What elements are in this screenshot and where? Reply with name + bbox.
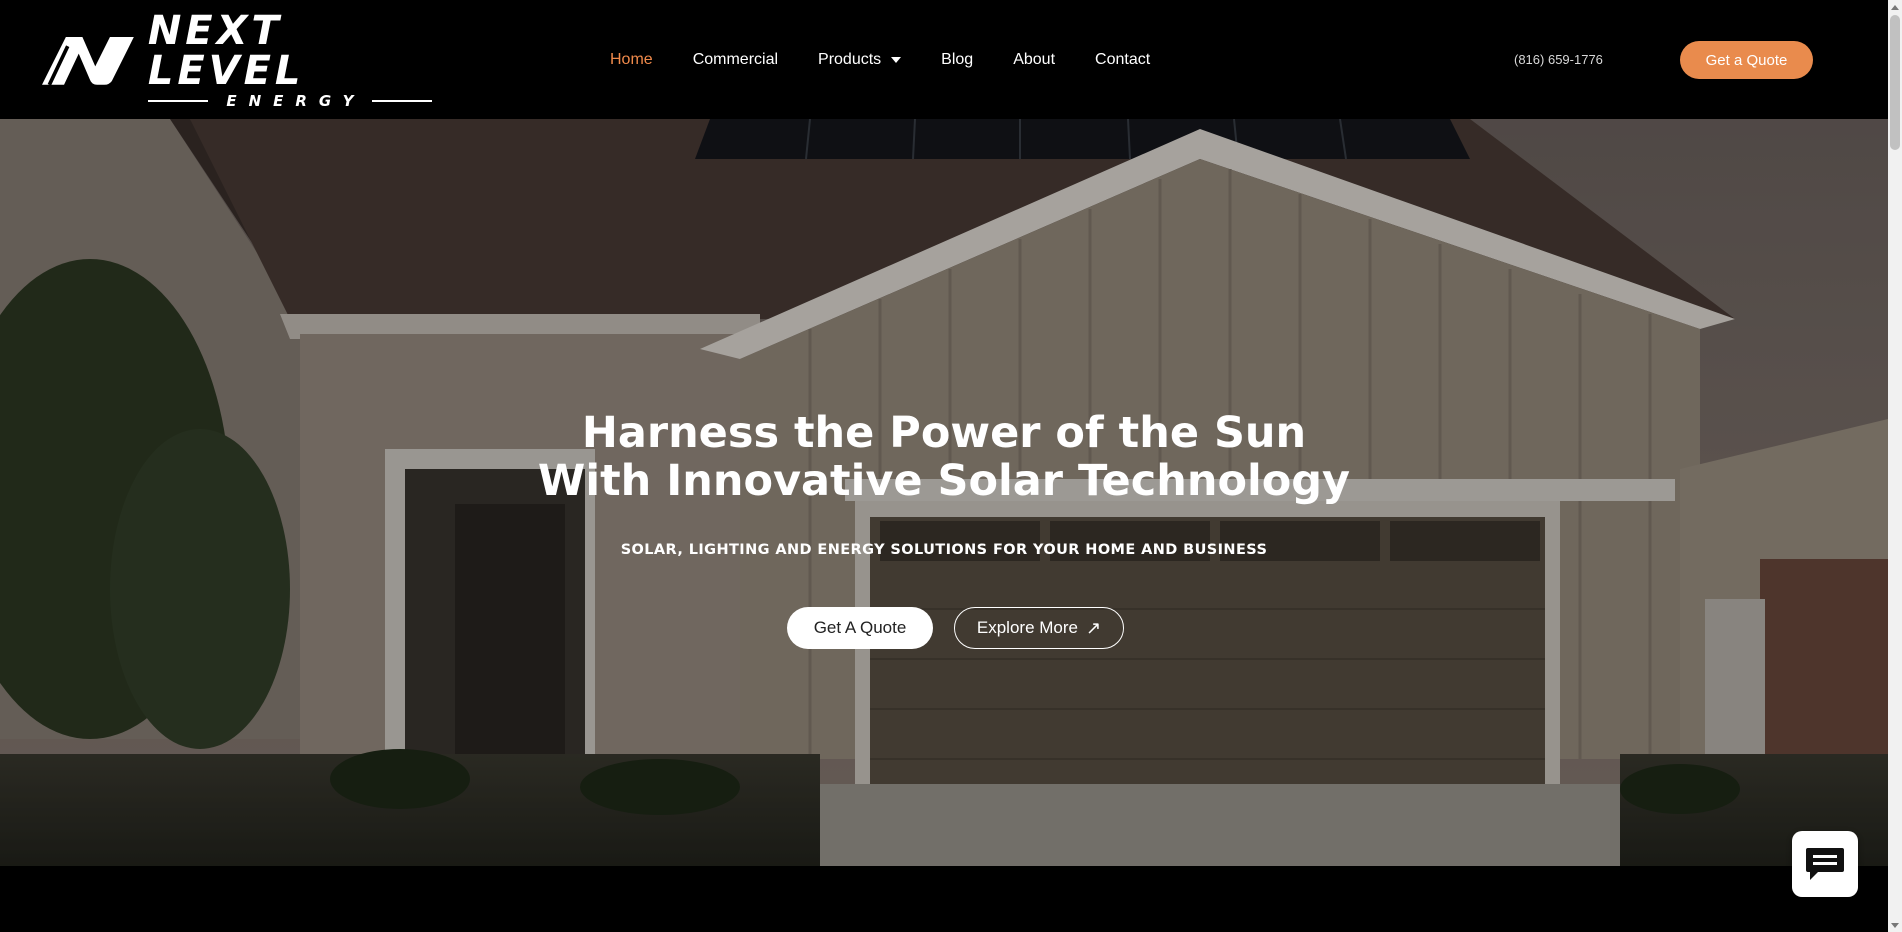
get-a-quote-button[interactable]: Get A Quote bbox=[787, 607, 933, 649]
logo-main-text: NEXT LEVEL bbox=[147, 8, 305, 94]
nav-item-label: Commercial bbox=[692, 51, 779, 68]
scroll-up-arrow-icon[interactable] bbox=[1888, 0, 1902, 14]
scroll-down-arrow-icon[interactable] bbox=[1888, 918, 1902, 932]
logo-sub-text: ENERGY bbox=[226, 92, 366, 110]
nav-item-products[interactable]: Products bbox=[818, 51, 902, 69]
logo-sub-row: ENERGY bbox=[147, 92, 432, 110]
hero-title-line1: Harness the Power of the Sun bbox=[581, 408, 1307, 458]
nav-item-about[interactable]: About bbox=[1013, 51, 1055, 69]
explore-more-button[interactable]: Explore More ↗ bbox=[954, 607, 1124, 649]
page: NEXT LEVEL ENERGY Home Commercial Produc… bbox=[0, 0, 1888, 932]
logo-mark-icon bbox=[42, 37, 134, 86]
get-quote-header-button[interactable]: Get a Quote bbox=[1680, 41, 1813, 79]
nav-item-label: About bbox=[1013, 51, 1056, 68]
nav-item-label: Home bbox=[610, 51, 653, 68]
nav-item-home[interactable]: Home bbox=[610, 51, 653, 69]
nav-item-blog[interactable]: Blog bbox=[941, 51, 973, 69]
hero-section: Harness the Power of the Sun With Innova… bbox=[0, 119, 1888, 866]
logo-wordmark: NEXT LEVEL ENERGY bbox=[147, 8, 432, 110]
vertical-scrollbar[interactable] bbox=[1888, 0, 1902, 932]
nav-item-label: Products bbox=[818, 51, 882, 68]
chat-widget-button[interactable] bbox=[1792, 831, 1858, 897]
explore-more-label: Explore More bbox=[976, 618, 1078, 637]
main-nav: Home Commercial Products Blog About Cont… bbox=[610, 48, 1190, 72]
nav-item-label: Contact bbox=[1095, 51, 1151, 68]
chat-bubble-icon bbox=[1806, 848, 1844, 880]
logo[interactable]: NEXT LEVEL ENERGY bbox=[42, 11, 432, 109]
hero-title: Harness the Power of the Sun With Innova… bbox=[444, 409, 1444, 505]
nav-item-label: Blog bbox=[941, 51, 974, 68]
hero-title-line2: With Innovative Solar Technology bbox=[537, 456, 1351, 506]
logo-line-left bbox=[147, 100, 209, 102]
logo-line-right bbox=[371, 100, 432, 102]
hero-subtitle: SOLAR, LIGHTING AND ENERGY SOLUTIONS FOR… bbox=[620, 542, 1268, 558]
arrow-up-right-icon: ↗ bbox=[1086, 617, 1102, 638]
chevron-down-icon bbox=[891, 57, 902, 63]
phone-number[interactable]: (816) 659-1776 bbox=[1514, 52, 1603, 67]
nav-item-contact[interactable]: Contact bbox=[1095, 51, 1150, 69]
scrollbar-thumb[interactable] bbox=[1890, 15, 1900, 150]
nav-item-commercial[interactable]: Commercial bbox=[693, 51, 778, 69]
site-header: NEXT LEVEL ENERGY Home Commercial Produc… bbox=[0, 0, 1888, 119]
